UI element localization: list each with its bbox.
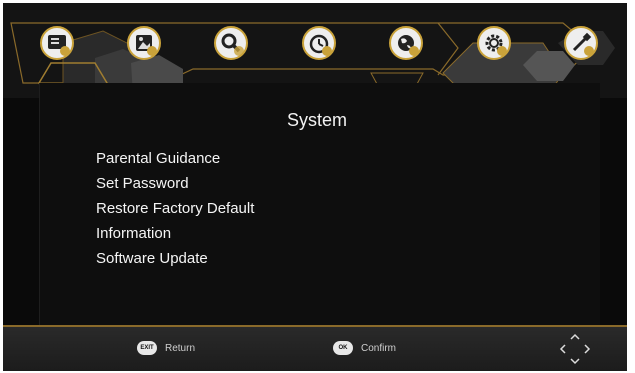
globe-language-icon[interactable] [388, 25, 424, 61]
settings-gear-icon[interactable] [476, 25, 512, 61]
exit-key-icon: EXIT [137, 341, 157, 355]
menu-item-parental-guidance[interactable]: Parental Guidance [96, 146, 254, 171]
timer-clock-icon[interactable] [301, 25, 337, 61]
search-icon[interactable] [213, 25, 249, 61]
menu-item-software-update[interactable]: Software Update [96, 246, 254, 271]
page-title: System [287, 110, 348, 130]
return-hint: EXIT Return [137, 340, 195, 356]
system-menu: Parental Guidance Set Password Restore F… [96, 146, 254, 271]
menu-item-set-password[interactable]: Set Password [96, 171, 254, 196]
return-label: Return [165, 342, 196, 354]
menu-item-information[interactable]: Information [96, 221, 254, 246]
ok-key-icon: OK [333, 341, 353, 355]
picture-icon[interactable] [126, 25, 162, 61]
usb-icon[interactable] [563, 25, 599, 61]
direction-arrows-icon [559, 333, 591, 365]
menu-item-restore-factory-default[interactable]: Restore Factory Default [96, 196, 254, 221]
footer-help-bar: EXIT Return OK Confirm [3, 325, 627, 371]
tv-program-icon[interactable] [39, 25, 75, 61]
confirm-label: Confirm [361, 342, 397, 354]
confirm-hint: OK Confirm [333, 340, 396, 356]
